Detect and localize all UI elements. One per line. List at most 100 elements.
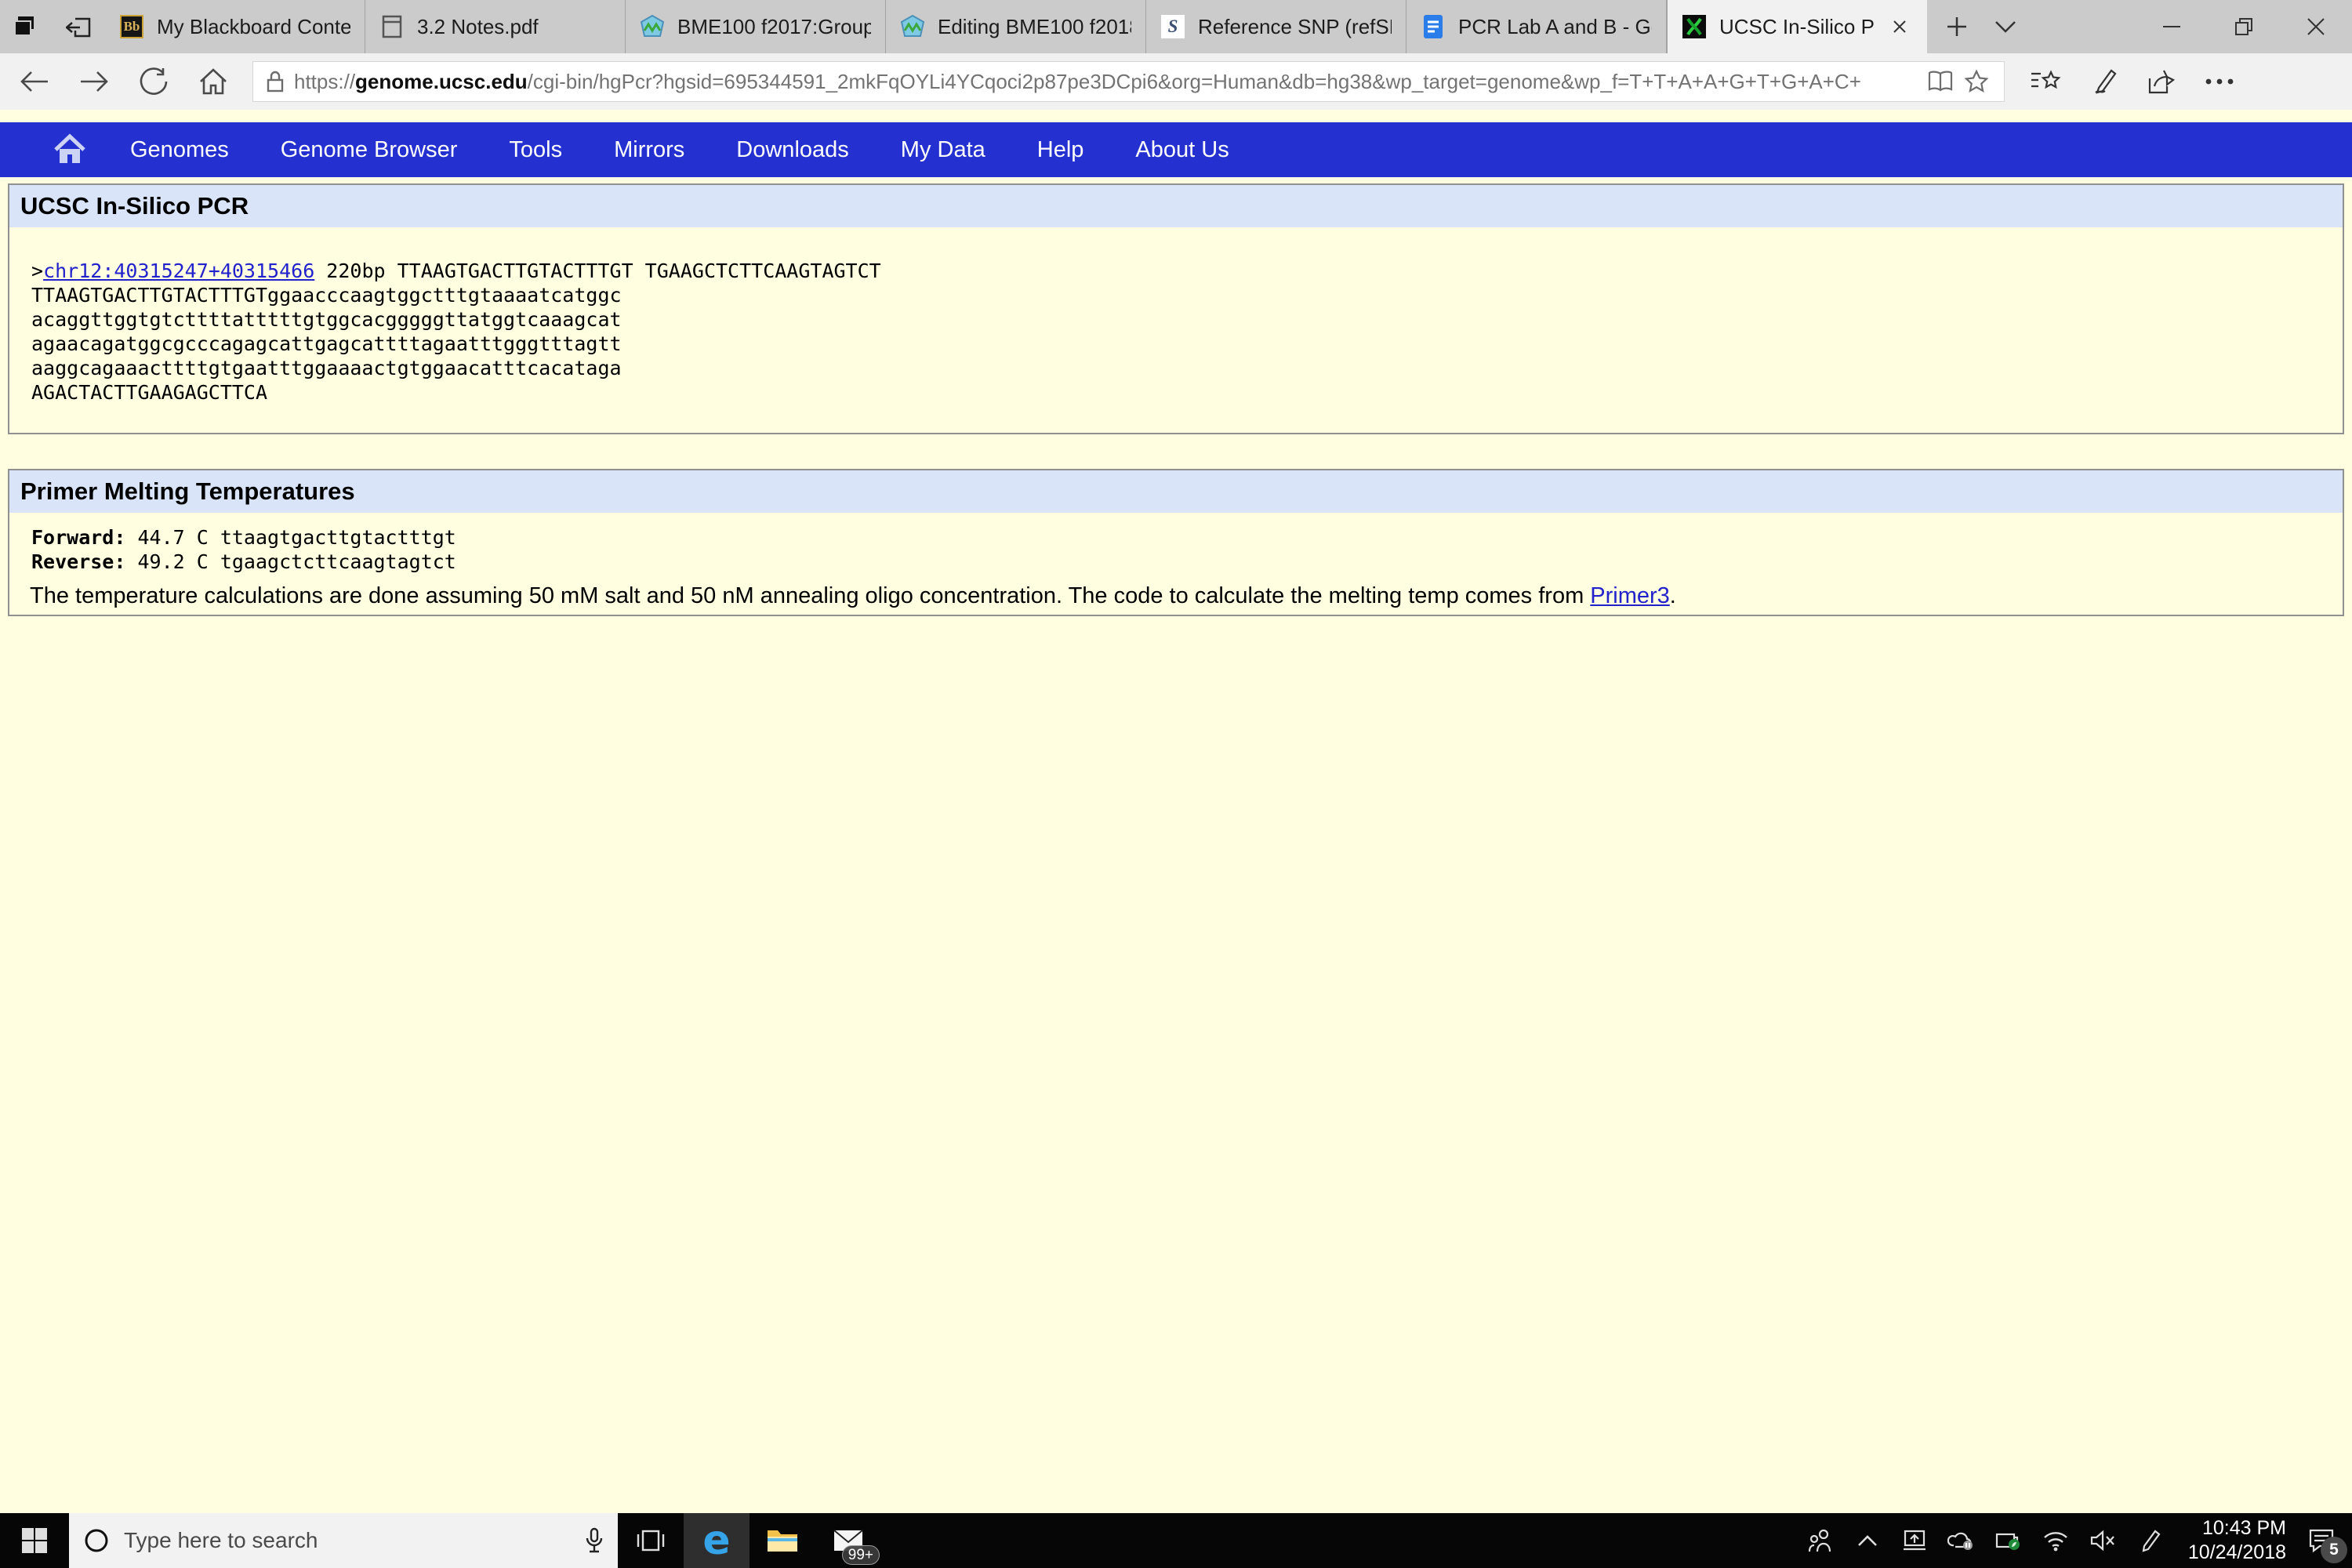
nav-item-tools[interactable]: Tools (509, 137, 562, 163)
lock-icon (267, 71, 284, 93)
browser-tab-bar: Bb My Blackboard Conter 3.2 Notes.pdf BM… (0, 0, 2352, 53)
tab-bar-right-controls (1927, 0, 2035, 53)
tab-title: My Blackboard Conter (157, 14, 350, 38)
folder-icon (768, 1530, 797, 1552)
tab-refsnp[interactable]: S Reference SNP (refSNI (1146, 0, 1406, 53)
url-scheme: https:// (294, 69, 356, 93)
nav-item-help[interactable]: Help (1037, 137, 1084, 163)
address-bar[interactable]: https://genome.ucsc.edu/cgi-bin/hgPcr?hg… (252, 61, 2005, 102)
google-docs-icon (1421, 14, 1446, 39)
tab-blackboard[interactable]: Bb My Blackboard Conter (105, 0, 365, 53)
tab-pcr-lab-doc[interactable]: PCR Lab A and B - Goo (1406, 0, 1667, 53)
clock-date: 10/24/2018 (2187, 1541, 2286, 1563)
task-view-button[interactable] (618, 1513, 684, 1568)
tab-notes-pdf[interactable]: 3.2 Notes.pdf (365, 0, 626, 53)
tab-title: Reference SNP (refSNI (1198, 14, 1392, 38)
wifi-icon[interactable] (2032, 1513, 2079, 1568)
tab-close-icon[interactable] (1886, 13, 1913, 40)
volume-muted-icon[interactable] (2079, 1513, 2126, 1568)
sequence-line: aaggcagaaacttttgtgaatttggaaaactgtggaacat… (31, 357, 622, 379)
windows-taskbar: e 99+ (0, 1513, 2352, 1568)
fasta-gt: > (31, 260, 44, 282)
primer3-link[interactable]: Primer3 (1590, 583, 1670, 608)
sequence-line: agaacagatggcgcccagagcattgagcattttagaattt… (31, 332, 622, 355)
url-path: /cgi-bin/hgPcr?hgsid=695344591_2mkFqOYLi… (527, 69, 1861, 93)
forward-value: 44.7 C ttaagtgacttgtactttgt (125, 526, 456, 549)
add-favorite-star-icon[interactable] (1958, 64, 1994, 100)
reading-view-icon[interactable] (1922, 64, 1958, 100)
window-controls (2136, 0, 2352, 53)
start-button[interactable] (0, 1513, 69, 1568)
favorites-hub-icon[interactable] (2025, 61, 2066, 102)
taskbar-search[interactable] (69, 1513, 618, 1568)
battery-saver-icon[interactable] (1985, 1513, 2032, 1568)
tab-editing-bme100[interactable]: Editing BME100 f2018 (886, 0, 1146, 53)
toolbar-right-icons (2025, 61, 2240, 102)
openwetware-icon (900, 14, 925, 39)
nav-item-about-us[interactable]: About Us (1135, 137, 1229, 163)
nav-item-genome-browser[interactable]: Genome Browser (281, 137, 458, 163)
tab-title: UCSC In-Silico PCI (1719, 14, 1874, 38)
search-input[interactable] (124, 1528, 571, 1553)
file-explorer-button[interactable] (750, 1513, 815, 1568)
windows-ink-pen-icon[interactable] (2126, 1513, 2173, 1568)
set-tabs-aside-icon[interactable] (63, 9, 97, 44)
screen: Bb My Blackboard Conter 3.2 Notes.pdf BM… (0, 0, 2352, 1568)
nav-item-mirrors[interactable]: Mirrors (614, 137, 684, 163)
project-display-icon[interactable] (1891, 1513, 1938, 1568)
url-text: https://genome.ucsc.edu/cgi-bin/hgPcr?hg… (294, 70, 1922, 94)
minimize-icon[interactable] (2136, 0, 2208, 53)
onedrive-icon[interactable] (1938, 1513, 1985, 1568)
reverse-primer-line: Reverse: 49.2 C tgaagctcttcaagtagtct (31, 550, 2343, 574)
tab-title: Editing BME100 f2018 (938, 14, 1131, 38)
tab-bar-left-controls (0, 0, 105, 53)
settings-more-icon[interactable] (2199, 61, 2240, 102)
forward-icon[interactable] (69, 60, 119, 103)
reverse-value: 49.2 C tgaagctcttcaagtagtct (125, 550, 456, 573)
ucsc-nav-bar: Genomes Genome Browser Tools Mirrors Dow… (0, 122, 2352, 177)
melting-temp-body: Forward: 44.7 C ttaagtgacttgtactttgt Rev… (9, 513, 2343, 615)
edge-icon: e (702, 1517, 731, 1564)
notification-count-badge: 5 (2321, 1537, 2347, 1563)
pcr-section-title: UCSC In-Silico PCR (9, 185, 2343, 227)
tab-bme100-group1[interactable]: BME100 f2017:Group1 (626, 0, 886, 53)
ucsc-home-icon[interactable] (52, 132, 88, 168)
edge-taskbar-button[interactable]: e (684, 1513, 750, 1568)
web-note-pen-icon[interactable] (2083, 61, 2124, 102)
pcr-results-section: UCSC In-Silico PCR >chr12:40315247+40315… (8, 183, 2344, 434)
back-icon[interactable] (9, 60, 60, 103)
nav-item-downloads[interactable]: Downloads (736, 137, 848, 163)
nav-item-genomes[interactable]: Genomes (130, 137, 229, 163)
microphone-icon[interactable] (585, 1527, 604, 1554)
mail-unread-badge: 99+ (841, 1545, 880, 1565)
reverse-label: Reverse: (31, 550, 126, 573)
sequence-line: AGACTACTTGAAGAGCTTCA (31, 381, 268, 404)
openwetware-icon (640, 14, 665, 39)
cortana-icon (85, 1529, 108, 1552)
mail-button[interactable]: 99+ (815, 1513, 881, 1568)
tab-list-chevron-icon[interactable] (1988, 9, 2023, 44)
taskbar-clock[interactable]: 10:43 PM 10/24/2018 (2173, 1513, 2291, 1568)
pcr-sequence-block: >chr12:40315247+40315466 220bp TTAAGTGAC… (9, 227, 2343, 433)
temperature-note: The temperature calculations are done as… (30, 582, 2343, 610)
people-icon[interactable] (1797, 1513, 1844, 1568)
restore-window-icon[interactable] (2208, 0, 2280, 53)
page-content: Genomes Genome Browser Tools Mirrors Dow… (0, 110, 2352, 1513)
note-text: The temperature calculations are done as… (30, 583, 1591, 608)
new-tab-icon[interactable] (1940, 9, 1974, 44)
system-tray: 10:43 PM 10/24/2018 5 (1797, 1513, 2352, 1568)
refresh-icon[interactable] (129, 60, 179, 103)
browser-toolbar: https://genome.ucsc.edu/cgi-bin/hgPcr?hg… (0, 53, 2352, 110)
close-window-icon[interactable] (2280, 0, 2352, 53)
tab-ucsc-insilico-pcr[interactable]: UCSC In-Silico PCI (1667, 0, 1927, 53)
position-link[interactable]: chr12:40315247+40315466 (43, 260, 314, 282)
nav-item-my-data[interactable]: My Data (901, 137, 985, 163)
tabs-set-aside-list-icon[interactable] (8, 9, 42, 44)
forward-label: Forward: (31, 526, 126, 549)
action-center-button[interactable]: 5 (2291, 1513, 2352, 1568)
tray-overflow-chevron-icon[interactable] (1844, 1513, 1891, 1568)
home-icon[interactable] (188, 60, 238, 103)
sequence-line: acaggttggtgtcttttatttttgtggcacgggggttatg… (31, 308, 622, 331)
share-icon[interactable] (2141, 61, 2182, 102)
url-host: genome.ucsc.edu (355, 69, 528, 93)
